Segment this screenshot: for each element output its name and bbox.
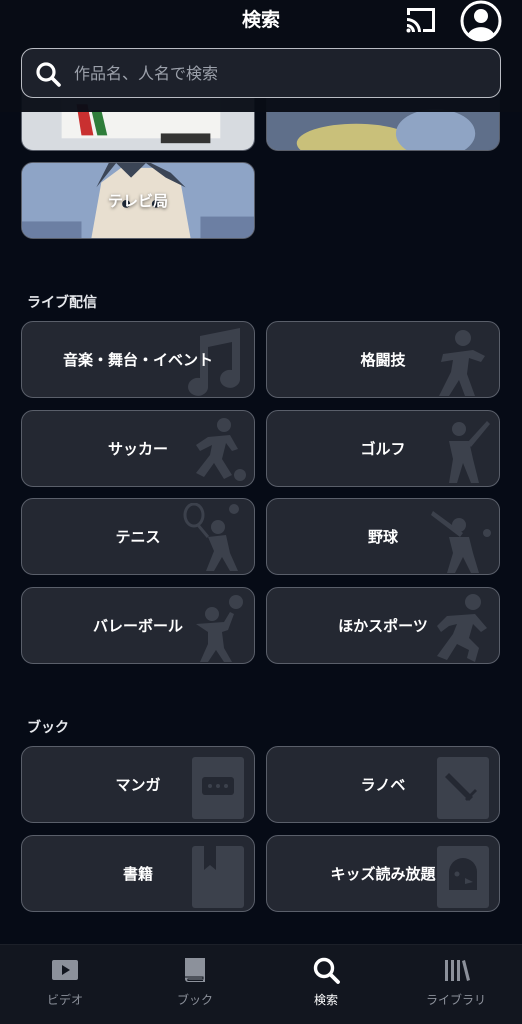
tile-label: キッズ読み放題 — [330, 865, 436, 883]
live-tile-volleyball[interactable]: バレーボール — [21, 587, 255, 664]
library-icon — [445, 960, 470, 981]
tile-label: サッカー — [107, 440, 168, 458]
cast-icon[interactable] — [403, 4, 439, 36]
search-icon — [313, 957, 340, 984]
tile-label: テレビ局 — [107, 192, 168, 210]
tab-label: 検索 — [313, 993, 338, 1007]
book-icon — [185, 958, 205, 982]
search-icon — [36, 62, 61, 87]
live-tile-baseball[interactable]: 野球 — [266, 498, 500, 575]
category-tile-tv-station[interactable]: テレビ局 — [21, 162, 255, 239]
live-tile-tennis[interactable]: テニス — [21, 498, 255, 575]
tile-label: テニス — [115, 528, 161, 546]
tab-label: ブック — [176, 993, 213, 1007]
tile-label: バレーボール — [92, 617, 183, 635]
book-tile-manga[interactable]: マンガ — [21, 746, 255, 823]
live-tile-other-sports[interactable]: ほかスポーツ — [266, 587, 500, 664]
search-input[interactable] — [74, 49, 484, 97]
bottom-tab-bar: ビデオ ブック 検索 ライブラリ — [0, 944, 522, 1024]
live-tile-fighting[interactable]: 格闘技 — [266, 321, 500, 398]
tab-label: ライブラリ — [425, 993, 486, 1007]
tab-library[interactable]: ライブラリ — [391, 945, 521, 1024]
search-bar[interactable] — [21, 48, 501, 98]
tile-label: マンガ — [115, 776, 161, 794]
live-tile-soccer[interactable]: サッカー — [21, 410, 255, 487]
book-tile-light-novel[interactable]: ラノベ — [266, 746, 500, 823]
tab-book[interactable]: ブック — [130, 945, 260, 1024]
live-tile-golf[interactable]: ゴルフ — [266, 410, 500, 487]
tab-video[interactable]: ビデオ — [0, 945, 130, 1024]
top-header: 検索 — [0, 0, 522, 112]
tile-label: 野球 — [367, 528, 398, 546]
tile-label: 格闘技 — [360, 351, 406, 369]
book-tile-books[interactable]: 書籍 — [21, 835, 255, 912]
section-title-live: ライブ配信 — [27, 295, 97, 311]
book-tile-kids[interactable]: キッズ読み放題 — [266, 835, 500, 912]
video-icon — [52, 960, 78, 980]
section-title-book: ブック — [27, 720, 69, 736]
tab-search[interactable]: 検索 — [261, 945, 391, 1024]
tile-label: 音楽・舞台・イベント — [62, 351, 213, 369]
live-tile-music[interactable]: 音楽・舞台・イベント — [21, 321, 255, 398]
account-icon[interactable] — [460, 0, 502, 42]
tab-label: ビデオ — [46, 993, 83, 1007]
tile-label: ラノベ — [360, 776, 406, 794]
tile-label: ほかスポーツ — [338, 617, 428, 635]
tile-label: 書籍 — [122, 865, 153, 883]
page-title: 検索 — [241, 9, 280, 31]
tile-label: ゴルフ — [360, 440, 406, 458]
